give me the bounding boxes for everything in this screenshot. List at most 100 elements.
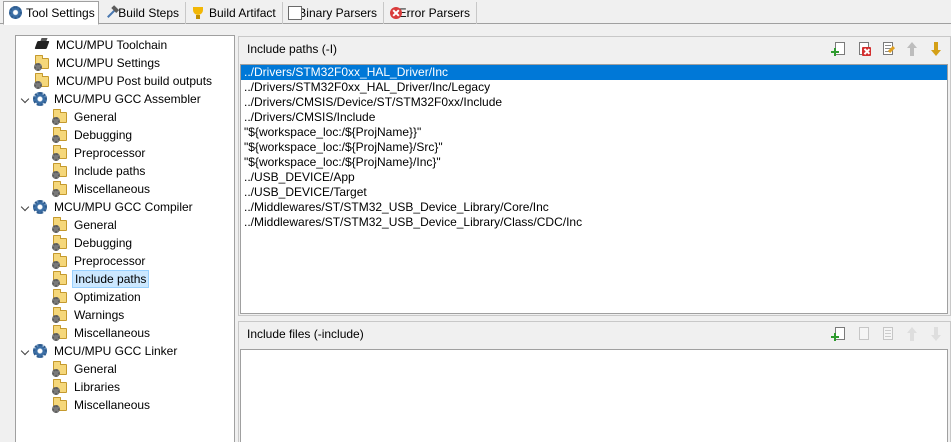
folder-gear-icon — [34, 55, 50, 71]
include-path-row[interactable]: ../Drivers/CMSIS/Include — [241, 110, 947, 125]
tree-item[interactable]: Debugging — [52, 126, 134, 144]
move-down-include-path-button[interactable] — [928, 41, 944, 57]
tree-item[interactable]: MCU/MPU GCC Linker — [20, 342, 179, 360]
tab-label: Binary Parsers — [298, 6, 377, 20]
tree-item-label: Miscellaneous — [74, 326, 151, 340]
include-paths-panel: Include paths (-I) ../Drivers/STM32F0xx_… — [238, 36, 951, 316]
include-path-row[interactable]: ../Middlewares/ST/STM32_USB_Device_Libra… — [241, 215, 947, 230]
include-path-row[interactable]: ../USB_DEVICE/Target — [241, 185, 947, 200]
tree-item-label: Debugging — [74, 236, 133, 250]
tree-item[interactable]: Debugging — [52, 234, 134, 252]
edit-include-file-button[interactable] — [880, 326, 896, 342]
gear-icon — [32, 199, 48, 215]
expand-chevron-icon[interactable] — [20, 90, 30, 108]
tool-settings-tree: MCU/MPU Toolchain MCU/MPU Settings MCU/MPU… — [15, 35, 235, 442]
include-files-panel: Include files (-include) — [238, 321, 951, 442]
include-files-toolbar — [824, 326, 944, 342]
tree-item[interactable]: Optimization — [52, 288, 143, 306]
binary-parsers-icon — [288, 6, 302, 20]
folder-gear-icon — [52, 253, 68, 269]
tree-item-label: Warnings — [74, 308, 125, 322]
tree-item-label: Debugging — [74, 128, 133, 142]
tree-item-label: Include paths — [72, 270, 150, 288]
folder-gear-icon — [52, 325, 68, 341]
folder-gear-icon — [52, 109, 68, 125]
expand-chevron-icon[interactable] — [20, 342, 30, 360]
tree-item-label: Include paths — [74, 164, 146, 178]
include-paths-list[interactable]: ../Drivers/STM32F0xx_HAL_Driver/Inc ../Dr… — [240, 64, 948, 314]
add-include-file-button[interactable] — [831, 326, 848, 342]
build-steps-hammer-icon — [105, 6, 117, 20]
tree-item[interactable]: General — [52, 360, 119, 378]
folder-gear-icon — [52, 289, 68, 305]
move-up-include-file-button[interactable] — [904, 326, 920, 342]
include-path-row[interactable]: "${workspace_loc:/${ProjName}/Src}" — [241, 140, 947, 155]
delete-icon — [859, 327, 869, 340]
tab-error-parsers[interactable]: Error Parsers — [384, 2, 477, 24]
tree-item[interactable]: Include paths — [52, 270, 150, 288]
folder-gear-icon — [52, 235, 68, 251]
tree-item[interactable]: Miscellaneous — [52, 396, 152, 414]
tree-item[interactable]: Miscellaneous — [52, 324, 152, 342]
tree-item-label: Preprocessor — [74, 254, 146, 268]
move-up-include-path-button[interactable] — [904, 41, 920, 57]
include-files-list[interactable] — [240, 349, 948, 442]
tree-item[interactable]: Miscellaneous — [52, 180, 152, 198]
tool-settings-gear-icon — [9, 6, 22, 20]
tab-bar: Tool Settings Build Steps Build Artifact… — [0, 0, 951, 25]
include-paths-toolbar — [824, 41, 944, 57]
tree-item[interactable]: General — [52, 108, 119, 126]
add-include-path-button[interactable] — [831, 41, 848, 57]
tree-item[interactable]: Preprocessor — [52, 252, 147, 270]
tree-item-label: Miscellaneous — [74, 398, 151, 412]
tab-binary-parsers[interactable]: Binary Parsers — [283, 2, 384, 24]
edit-include-path-button[interactable] — [880, 41, 896, 57]
include-paths-title: Include paths (-I) — [247, 42, 338, 56]
error-parsers-icon — [389, 6, 402, 20]
include-path-row[interactable]: ../USB_DEVICE/App — [241, 170, 947, 185]
include-files-header: Include files (-include) — [239, 322, 950, 346]
tree-item[interactable]: Preprocessor — [52, 144, 147, 162]
tree-item-label: General — [74, 362, 117, 376]
include-path-row[interactable]: ../Middlewares/ST/STM32_USB_Device_Libra… — [241, 200, 947, 215]
include-path-row[interactable]: ../Drivers/STM32F0xx_HAL_Driver/Inc/Lega… — [241, 80, 947, 95]
tab-label: Tool Settings — [26, 6, 95, 20]
tree-item[interactable]: MCU/MPU GCC Compiler — [20, 198, 195, 216]
folder-gear-icon — [52, 397, 68, 413]
tab-build-artifact[interactable]: Build Artifact — [186, 2, 283, 24]
tab-tool-settings[interactable]: Tool Settings — [3, 1, 99, 25]
include-path-row[interactable]: "${workspace_loc:/${ProjName}}" — [241, 125, 947, 140]
tree-item-label: MCU/MPU Post build outputs — [56, 74, 213, 88]
move-down-icon — [931, 42, 941, 56]
tree-item-label: MCU/MPU GCC Assembler — [54, 92, 201, 106]
folder-gear-icon — [52, 379, 68, 395]
folder-gear-icon — [52, 127, 68, 143]
include-path-row[interactable]: ../Drivers/STM32F0xx_HAL_Driver/Inc — [241, 65, 947, 80]
tab-label: Build Artifact — [209, 6, 276, 20]
tree-item[interactable]: MCU/MPU Toolchain — [20, 36, 169, 54]
tab-label: Build Steps — [118, 6, 179, 20]
tree-item[interactable]: MCU/MPU Settings — [20, 54, 162, 72]
include-path-row[interactable]: "${workspace_loc:/${ProjName}/Inc}" — [241, 155, 947, 170]
tree-item[interactable]: Include paths — [52, 162, 147, 180]
folder-gear-icon — [52, 217, 68, 233]
delete-include-file-button[interactable] — [856, 326, 872, 342]
tree-item[interactable]: MCU/MPU GCC Assembler — [20, 90, 203, 108]
build-artifact-trophy-icon — [191, 6, 205, 20]
expand-chevron-icon[interactable] — [20, 198, 30, 216]
tree-item[interactable]: General — [52, 216, 119, 234]
tree-item[interactable]: Libraries — [52, 378, 122, 396]
tree-item-label: General — [74, 218, 117, 232]
move-up-icon — [907, 42, 917, 56]
include-path-row[interactable]: ../Drivers/CMSIS/Device/ST/STM32F0xx/Inc… — [241, 95, 947, 110]
tree-item-label: Miscellaneous — [74, 182, 151, 196]
tree-item-label: Optimization — [74, 290, 141, 304]
tab-build-steps[interactable]: Build Steps — [100, 2, 186, 24]
tree-item[interactable]: Warnings — [52, 306, 126, 324]
folder-gear-icon — [52, 163, 68, 179]
delete-include-path-button[interactable] — [856, 41, 872, 57]
gear-icon — [32, 343, 48, 359]
move-down-include-file-button[interactable] — [928, 326, 944, 342]
tab-label: Error Parsers — [398, 6, 470, 20]
tree-item[interactable]: MCU/MPU Post build outputs — [20, 72, 214, 90]
